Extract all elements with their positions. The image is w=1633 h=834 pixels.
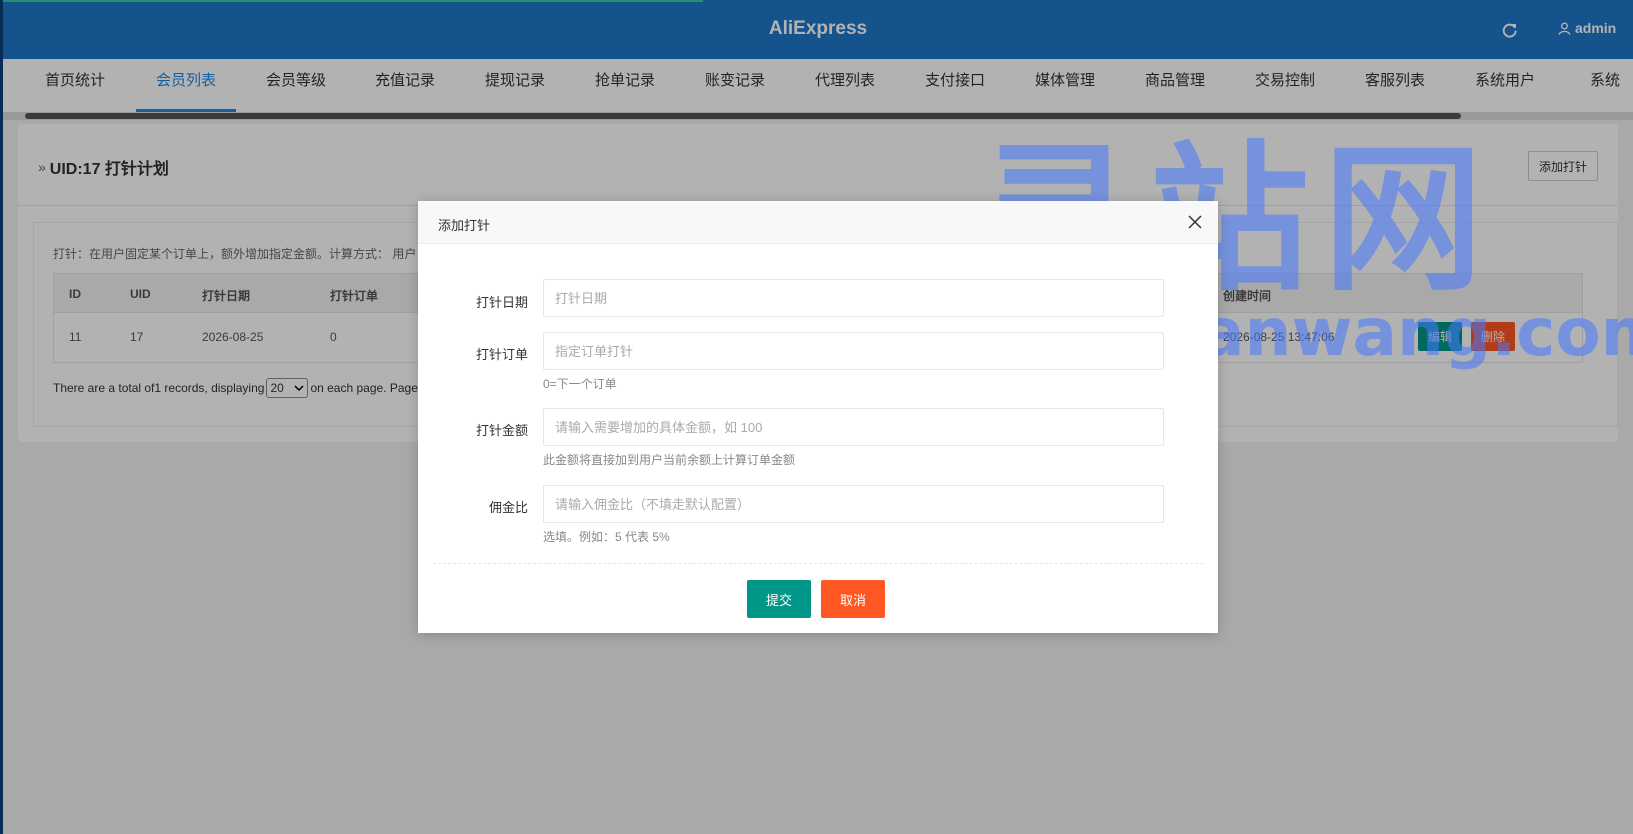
dialog-divider <box>433 563 1203 564</box>
dialog-header: 添加打针 <box>418 201 1218 244</box>
amount-hint: 此金额将直接加到用户当前余额上计算订单金额 <box>543 453 796 467</box>
commission-hint: 选填。例如：5 代表 5% <box>543 530 670 544</box>
commission-input[interactable] <box>543 485 1164 523</box>
order-label: 打针订单 <box>475 347 528 362</box>
order-input[interactable] <box>543 332 1164 370</box>
cancel-button[interactable]: 取消 <box>821 580 885 618</box>
order-hint: 0=下一个订单 <box>543 377 617 391</box>
submit-button[interactable]: 提交 <box>747 580 811 618</box>
date-label: 打针日期 <box>475 295 528 310</box>
amount-label: 打针金额 <box>475 423 528 438</box>
date-input[interactable] <box>543 279 1164 317</box>
commission-label: 佣金比 <box>488 500 528 515</box>
amount-input[interactable] <box>543 408 1164 446</box>
dialog-title: 添加打针 <box>438 218 491 233</box>
close-icon[interactable] <box>1188 215 1202 229</box>
add-injection-dialog: 添加打针 打针日期 打针订单 0=下一个订单 打针金额 此金额将直接加到用户当前… <box>418 201 1218 633</box>
